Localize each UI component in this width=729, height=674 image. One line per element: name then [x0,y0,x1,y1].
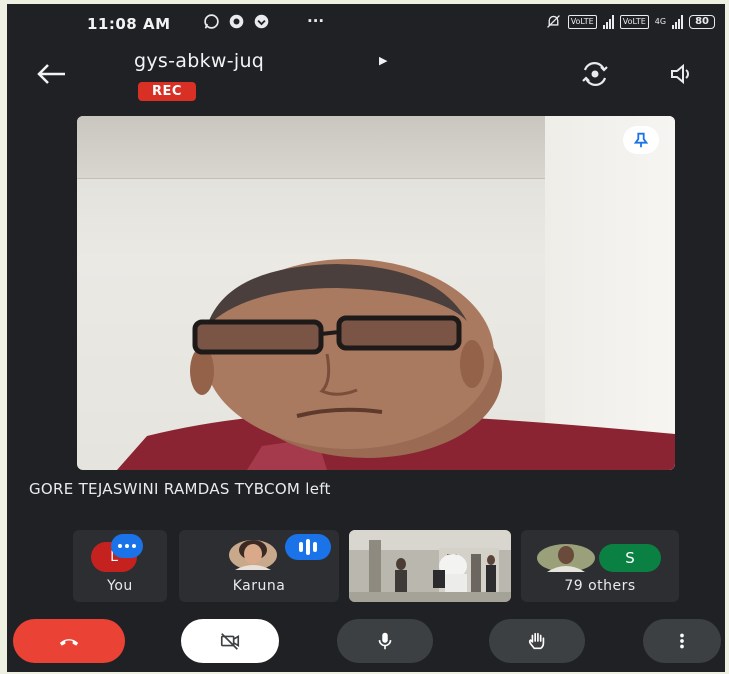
participant-name: You [107,578,133,594]
more-options-button[interactable] [643,619,721,663]
speaker-icon[interactable] [667,62,695,86]
notification-icons [203,13,270,30]
microphone-icon [378,632,392,650]
avatar [229,540,277,570]
participant-left-notice: GORE TEJASWINI RAMDAS TYBCOM left [29,480,331,498]
app-notification-icon [229,14,244,29]
switch-camera-icon[interactable] [581,62,609,86]
volte-badge-1: VoLTE [567,14,597,29]
back-arrow-icon[interactable] [35,62,67,86]
meeting-code[interactable]: gys-abkw-juq [134,50,264,72]
participant-video-person [117,259,675,470]
participant-name: Karuna [232,578,286,594]
speaking-indicator-icon [111,534,143,558]
mute-bell-icon [546,15,560,28]
status-more: ··· [307,12,325,30]
participant-tile-video[interactable] [349,530,511,602]
hang-up-icon [59,639,79,646]
recording-badge: REC [138,82,196,101]
microphone-button[interactable] [337,619,433,663]
pin-button[interactable] [623,126,659,154]
app-notification-icon-2 [254,14,269,29]
end-call-button[interactable] [13,619,125,663]
camera-toggle-button[interactable] [181,619,279,663]
meeting-details-arrow-icon[interactable]: ▶ [379,54,387,67]
more-vert-icon [680,633,684,649]
meet-screen: 11:08 AM ··· VoLTE VoLTE 4G 80 gys-abkw-… [7,4,725,672]
main-video-feed[interactable] [77,116,675,470]
raise-hand-icon [528,632,545,650]
avatar: S [599,544,661,572]
camera-off-icon [220,633,240,650]
whatsapp-icon [204,14,219,29]
speaking-indicator-icon [285,534,331,560]
pin-icon [633,132,649,148]
participant-video-thumbnail [349,530,511,602]
participant-tile-you[interactable]: L You [73,530,167,602]
raise-hand-button[interactable] [489,619,585,663]
participant-tile-others[interactable]: S 79 others [521,530,679,602]
avatar [537,544,595,572]
signal-icon-2 [672,14,684,29]
volte-badge-2: VoLTE [619,14,649,29]
network-type: 4G [654,17,667,26]
participant-name: 79 others [564,578,636,594]
participant-tile-karuna[interactable]: Karuna [179,530,339,602]
status-right: VoLTE VoLTE 4G 80 [545,13,715,30]
status-bar: 11:08 AM ··· VoLTE VoLTE 4G 80 [7,4,725,40]
status-time: 11:08 AM [87,15,171,33]
battery-indicator: 80 [689,14,715,29]
signal-icon [602,14,614,29]
